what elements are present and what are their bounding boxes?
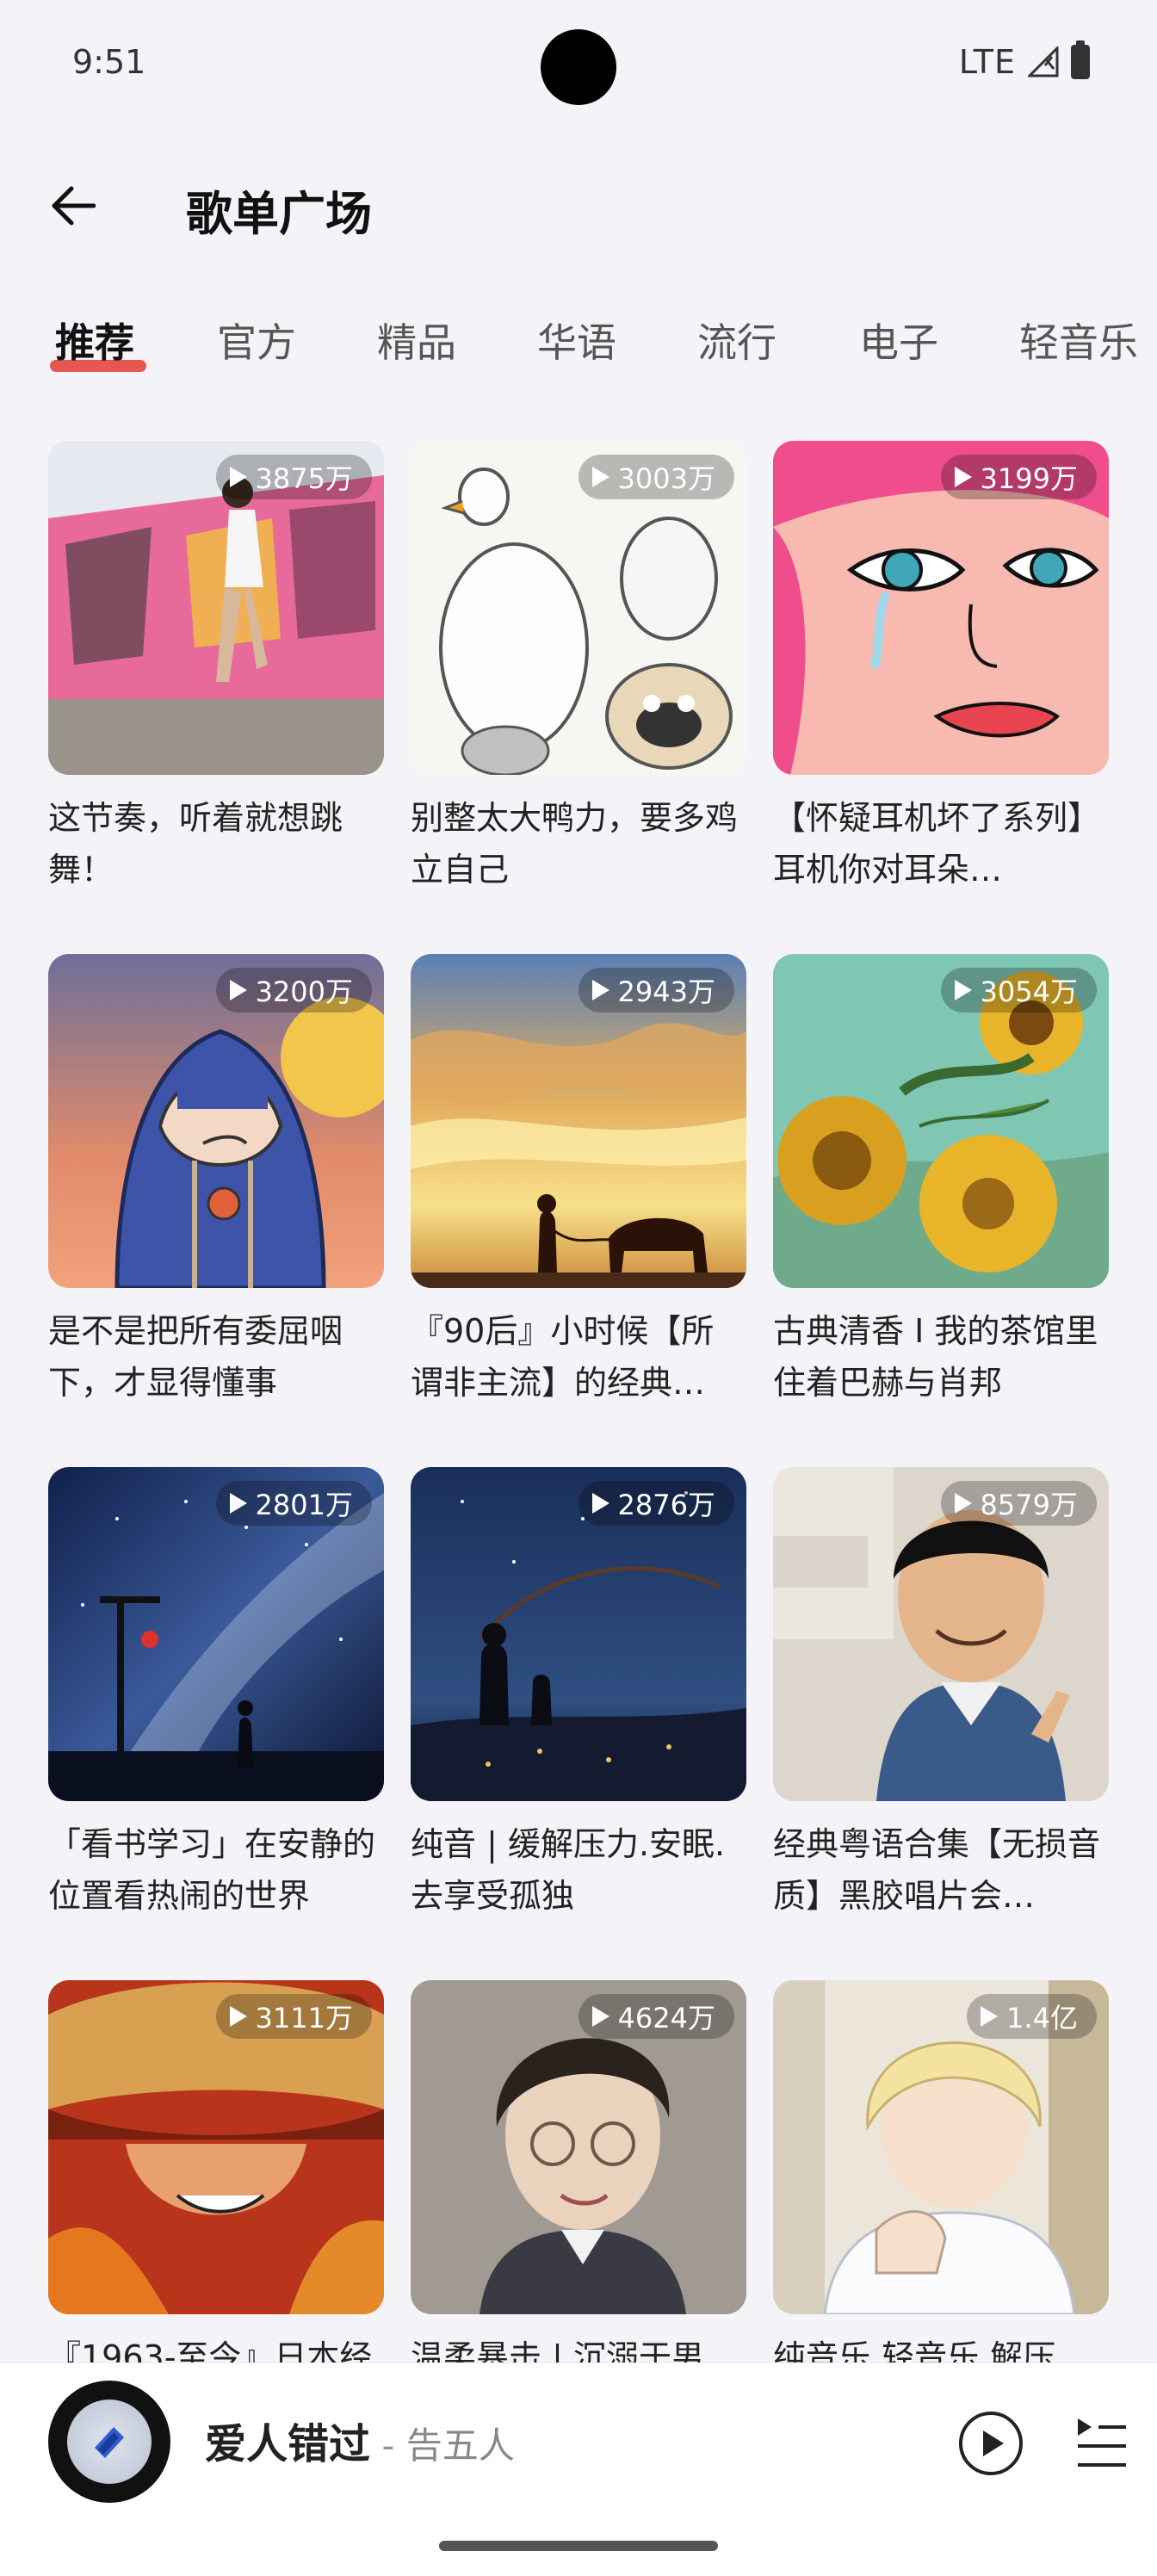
play-count-icon xyxy=(591,1493,609,1514)
play-count-icon xyxy=(229,2006,247,2027)
playlist-cover: 2801万 xyxy=(48,1467,384,1801)
song-title: 爱人错过 xyxy=(205,2420,371,2468)
play-count-icon xyxy=(591,467,609,487)
battery-icon xyxy=(1071,40,1090,79)
play-count-badge: 1.4亿 xyxy=(967,1994,1097,2039)
play-button[interactable] xyxy=(959,2412,1023,2475)
playlist-button[interactable] xyxy=(1074,2415,1129,2472)
header: 歌单广场 xyxy=(0,164,1157,246)
play-icon xyxy=(983,2430,1004,2456)
playlist-cover: 3875万 xyxy=(48,441,384,775)
playlist-card[interactable]: 3054万 古典清香 I 我的茶馆里住着巴赫与肖邦 xyxy=(773,954,1109,1409)
playlist-cover: 3111万 xyxy=(48,1980,384,2314)
playlist-title: 古典清香 I 我的茶馆里住着巴赫与肖邦 xyxy=(773,1312,1098,1402)
playlist-card[interactable]: 3200万 是不是把所有委屈咽下，才显得懂事 xyxy=(48,954,384,1409)
play-count-badge: 3200万 xyxy=(215,968,372,1012)
song-separator: - xyxy=(370,2424,406,2467)
playlist-cover: 8579万 xyxy=(773,1467,1109,1801)
network-type: LTE xyxy=(958,43,1016,81)
status-time: 9:51 xyxy=(72,43,146,81)
playlist-title: 这节奏，听着就想跳舞！ xyxy=(48,799,343,889)
play-count-badge: 3875万 xyxy=(215,455,372,499)
mini-player[interactable]: 爱人错过 - 告五人 xyxy=(0,2362,1157,2576)
tab-recommend[interactable]: 推荐 xyxy=(55,312,134,368)
play-count: 3054万 xyxy=(980,975,1078,1008)
play-count-badge: 3054万 xyxy=(940,968,1097,1012)
screen: 9:51 LTE 歌单广场 推荐 官方 精品 华语 流行 电子 轻音乐 3875… xyxy=(0,0,1157,2576)
play-count-icon xyxy=(229,1493,247,1514)
playlist-card[interactable]: 2943万 『90后』小时候【所谓非主流】的经典… xyxy=(411,954,746,1409)
now-playing: 爱人错过 - 告五人 xyxy=(205,2410,515,2470)
arrow-left-icon xyxy=(52,186,96,226)
play-count: 4624万 xyxy=(617,2002,715,2034)
play-count: 3199万 xyxy=(980,462,1078,495)
playlist-title: 别整太大鸭力，要多鸡立自己 xyxy=(411,799,739,889)
playlist-title: 『90后』小时候【所谓非主流】的经典… xyxy=(411,1312,715,1402)
playlist-cover: 3199万 xyxy=(773,441,1109,775)
play-count-badge: 8579万 xyxy=(940,1481,1097,1526)
playlist-icon xyxy=(1078,2418,1126,2467)
play-count-badge: 3199万 xyxy=(940,455,1097,499)
playlist-cover: 3003万 xyxy=(411,441,746,775)
tab-light-music[interactable]: 轻音乐 xyxy=(1019,312,1138,368)
playlist-card[interactable]: 3199万 【怀疑耳机坏了系列】耳机你对耳朵… xyxy=(773,441,1109,895)
playlist-card[interactable]: 2876万 纯音 | 缓解压力.安眠.去享受孤独 xyxy=(411,1467,746,1922)
playlist-title: 纯音 | 缓解压力.安眠.去享受孤独 xyxy=(411,1825,726,1915)
song-artist: 告五人 xyxy=(405,2424,515,2467)
album-art xyxy=(67,2400,152,2484)
play-count: 1.4亿 xyxy=(1006,2002,1078,2034)
category-tabs: 推荐 官方 精品 华语 流行 电子 轻音乐 xyxy=(0,312,1157,389)
album-disc[interactable] xyxy=(48,2381,170,2503)
playlist-cover: 3054万 xyxy=(773,954,1109,1288)
playlist-card[interactable]: 2801万 「看书学习」在安静的位置看热闹的世界 xyxy=(48,1467,384,1922)
signal-icon xyxy=(1028,46,1059,77)
playlist-title: 是不是把所有委屈咽下，才显得懂事 xyxy=(48,1312,343,1402)
status-icons: LTE xyxy=(958,40,1090,81)
playlist-cover: 2876万 xyxy=(411,1467,746,1801)
play-count: 2943万 xyxy=(617,975,715,1008)
camera-cutout xyxy=(541,29,616,105)
home-indicator[interactable] xyxy=(439,2541,718,2551)
play-count-icon xyxy=(954,1493,972,1514)
playlist-card[interactable]: 3875万 这节奏，听着就想跳舞！ xyxy=(48,441,384,895)
play-count-icon xyxy=(954,980,972,1000)
tab-chinese[interactable]: 华语 xyxy=(537,312,616,368)
play-count-icon xyxy=(229,467,247,487)
play-count-badge: 3003万 xyxy=(578,455,734,499)
play-count-icon xyxy=(954,467,972,487)
play-count-icon xyxy=(229,980,247,1000)
page-title: 歌单广场 xyxy=(186,187,372,241)
tab-premium[interactable]: 精品 xyxy=(377,312,456,368)
play-count: 3200万 xyxy=(255,975,353,1008)
back-button[interactable] xyxy=(43,176,103,236)
play-count: 8579万 xyxy=(980,1489,1078,1521)
playlist-card[interactable]: 8579万 经典粤语合集【无损音质】黑胶唱片会… xyxy=(773,1467,1109,1922)
play-count-badge: 2876万 xyxy=(578,1481,734,1526)
play-count: 2801万 xyxy=(255,1489,353,1521)
play-count-badge: 2801万 xyxy=(215,1481,372,1526)
play-count-badge: 4624万 xyxy=(578,1994,734,2039)
playlist-cover: 2943万 xyxy=(411,954,746,1288)
play-count-badge: 3111万 xyxy=(215,1994,372,2039)
play-count: 2876万 xyxy=(617,1489,715,1521)
play-count-badge: 2943万 xyxy=(578,968,734,1012)
playlist-title: 「看书学习」在安静的位置看热闹的世界 xyxy=(48,1825,376,1915)
tab-electronic[interactable]: 电子 xyxy=(859,312,938,368)
playlist-title: 经典粤语合集【无损音质】黑胶唱片会… xyxy=(773,1825,1101,1915)
tab-official[interactable]: 官方 xyxy=(217,312,296,368)
playlist-card[interactable]: 3003万 别整太大鸭力，要多鸡立自己 xyxy=(411,441,746,895)
play-count: 3003万 xyxy=(617,462,715,495)
playlist-cover: 4624万 xyxy=(411,1980,746,2314)
playlist-cover: 3200万 xyxy=(48,954,384,1288)
playlist-cover: 1.4亿 xyxy=(773,1980,1109,2314)
play-count: 3875万 xyxy=(255,462,353,495)
play-count-icon xyxy=(981,2006,999,2027)
playlist-title: 【怀疑耳机坏了系列】耳机你对耳朵… xyxy=(773,799,1101,889)
play-count: 3111万 xyxy=(255,2002,353,2034)
status-bar: 9:51 LTE xyxy=(0,0,1157,129)
play-count-icon xyxy=(591,980,609,1000)
album-art-icon xyxy=(95,2427,124,2458)
play-count-icon xyxy=(591,2006,609,2027)
tab-pop[interactable]: 流行 xyxy=(697,312,776,368)
